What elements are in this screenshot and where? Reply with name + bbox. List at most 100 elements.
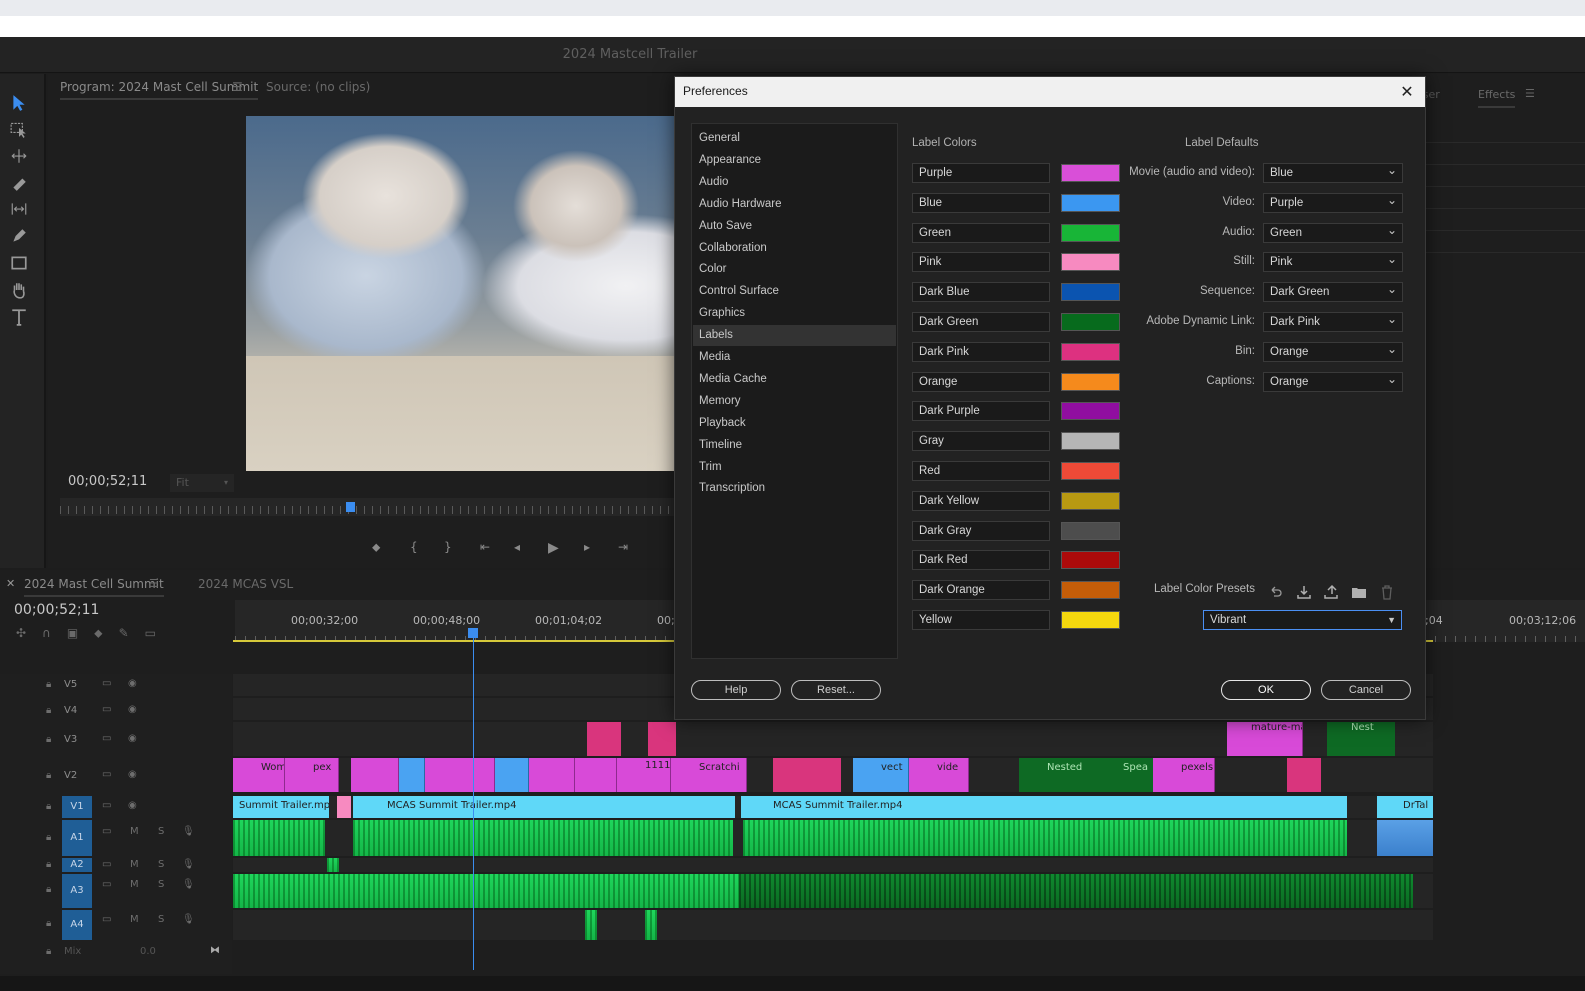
label-color-name-input[interactable]: Dark Gray [912, 520, 1050, 541]
close-icon[interactable]: ✕ [6, 577, 15, 590]
label-default-select[interactable]: Dark Pink ⌄ [1263, 312, 1403, 332]
nav-item-timeline[interactable]: Timeline [693, 435, 896, 456]
clip[interactable]: vide [909, 758, 969, 792]
solo-button[interactable]: S [158, 879, 164, 890]
tab-program[interactable]: Program: 2024 Mast Cell Summit [60, 80, 259, 100]
label-color-name-input[interactable]: Green [912, 222, 1050, 243]
eye-icon[interactable]: ◉ [128, 769, 137, 780]
label-color-name-input[interactable]: Dark Pink [912, 341, 1050, 362]
clip[interactable]: mature-ma [1227, 722, 1303, 756]
tab-sequence-active[interactable]: 2024 Mast Cell Summit [24, 577, 164, 597]
clip[interactable] [773, 758, 841, 792]
timeline-scrollbar[interactable] [0, 976, 1585, 991]
label-default-select[interactable]: Dark Green ⌄ [1263, 282, 1403, 303]
track-name[interactable]: A4 [62, 910, 92, 940]
label-color-swatch[interactable] [1061, 551, 1120, 570]
microphone-icon[interactable]: 🎙︎ [182, 826, 195, 837]
eye-icon[interactable]: ◉ [128, 678, 137, 689]
nav-item-general[interactable]: General [693, 128, 896, 149]
film-icon[interactable]: ▭ [102, 800, 111, 811]
nav-item-audio-hardware[interactable]: Audio Hardware [693, 194, 896, 215]
sync-lock-icon[interactable]: ▭ [102, 914, 111, 925]
trash-icon[interactable] [1378, 583, 1396, 601]
clip[interactable]: Scratchi [671, 758, 747, 792]
ripple-edit-tool-icon[interactable] [8, 145, 30, 167]
clip[interactable]: DrTal [1377, 796, 1433, 818]
nav-item-auto-save[interactable]: Auto Save [693, 216, 896, 237]
clip[interactable]: MCAS Summit Trailer.mp4 [741, 796, 1347, 818]
lock-icon[interactable]: 🔒︎ [46, 679, 51, 690]
clip[interactable]: vect [853, 758, 909, 792]
track-name[interactable]: A3 [62, 874, 92, 908]
clip[interactable]: Wom [233, 758, 285, 792]
label-default-select[interactable]: Pink ⌄ [1263, 252, 1403, 273]
label-color-name-input[interactable]: Dark Yellow [912, 490, 1050, 511]
eye-icon[interactable]: ◉ [128, 800, 137, 811]
timeline-tool-icons[interactable]: ✣∩▣⬥✎▭ [16, 626, 172, 641]
export-icon[interactable] [1322, 583, 1340, 601]
slip-tool-icon[interactable] [8, 198, 30, 220]
lock-icon[interactable]: 🔒︎ [46, 859, 51, 870]
close-icon[interactable]: ✕ [1395, 80, 1419, 104]
film-icon[interactable]: ▭ [102, 704, 111, 715]
tab-sequence-other[interactable]: 2024 MCAS VSL [198, 577, 293, 591]
nav-item-control-surface[interactable]: Control Surface [693, 281, 896, 302]
label-color-name-input[interactable]: Dark Blue [912, 282, 1050, 303]
label-default-select[interactable]: Orange ⌄ [1263, 371, 1403, 392]
panel-menu-icon[interactable]: ☰ [149, 577, 159, 590]
lock-icon[interactable]: 🔒︎ [46, 884, 51, 895]
clip[interactable] [425, 758, 495, 792]
label-color-swatch[interactable] [1061, 491, 1120, 510]
microphone-icon[interactable]: 🎙︎ [182, 914, 195, 925]
program-timecode[interactable]: 00;00;52;11 [68, 474, 147, 489]
label-color-name-input[interactable]: Orange [912, 371, 1050, 392]
label-color-swatch[interactable] [1061, 164, 1120, 182]
mix-value[interactable]: 0.0 [140, 946, 156, 957]
label-color-name-input[interactable]: Dark Red [912, 550, 1050, 571]
label-color-name-input[interactable]: Gray [912, 431, 1050, 452]
eye-icon[interactable]: ◉ [128, 733, 137, 744]
film-icon[interactable]: ▭ [102, 769, 111, 780]
undo-icon[interactable] [1267, 583, 1285, 601]
clip[interactable]: pex [285, 758, 339, 792]
playhead-line[interactable] [473, 630, 474, 970]
add-marker-icon[interactable]: ⬥ [372, 540, 380, 555]
lock-icon[interactable]: 🔒︎ [46, 770, 51, 781]
audio-clip[interactable] [1377, 820, 1433, 856]
nav-item-media[interactable]: Media [693, 347, 896, 368]
label-color-swatch[interactable] [1061, 372, 1120, 391]
mute-button[interactable]: M [130, 859, 139, 870]
track-select-tool-icon[interactable] [8, 118, 30, 140]
razor-tool-icon[interactable] [8, 172, 30, 194]
clip[interactable] [399, 758, 425, 792]
clip[interactable] [575, 758, 617, 792]
nav-item-appearance[interactable]: Appearance [693, 150, 896, 171]
clip[interactable]: Nested [1019, 758, 1095, 792]
film-icon[interactable]: ▭ [102, 733, 111, 744]
label-color-swatch[interactable] [1061, 462, 1120, 480]
film-icon[interactable]: ▭ [102, 678, 111, 689]
microphone-icon[interactable]: 🎙︎ [182, 859, 195, 870]
zoom-fit-select[interactable]: Fit ▾ [170, 474, 234, 492]
nav-item-color[interactable]: Color [693, 259, 896, 280]
sync-lock-icon[interactable]: ▭ [102, 859, 111, 870]
clip[interactable] [351, 758, 399, 792]
panel-menu-icon[interactable]: ☰ [1525, 87, 1535, 100]
folder-icon[interactable] [1350, 583, 1368, 601]
label-color-name-input[interactable]: Dark Purple [912, 401, 1050, 422]
hand-tool-icon[interactable] [8, 279, 30, 301]
track-name[interactable]: A1 [62, 820, 92, 856]
go-to-out-icon[interactable]: ⇥ [618, 540, 628, 554]
label-color-swatch[interactable] [1061, 223, 1120, 242]
nav-item-media-cache[interactable]: Media Cache [693, 369, 896, 390]
label-color-name-input[interactable]: Red [912, 461, 1050, 481]
clip[interactable]: Summit Trailer.mp4 [233, 796, 329, 818]
label-color-swatch[interactable] [1061, 193, 1120, 212]
audio-clip[interactable] [743, 820, 1347, 856]
lock-icon[interactable]: 🔒︎ [46, 918, 51, 929]
nav-item-graphics[interactable]: Graphics [693, 303, 896, 324]
nav-item-transcription[interactable]: Transcription [693, 478, 896, 499]
solo-button[interactable]: S [158, 914, 164, 925]
clip[interactable]: 1111 [617, 758, 671, 792]
type-tool-icon[interactable] [8, 306, 30, 328]
